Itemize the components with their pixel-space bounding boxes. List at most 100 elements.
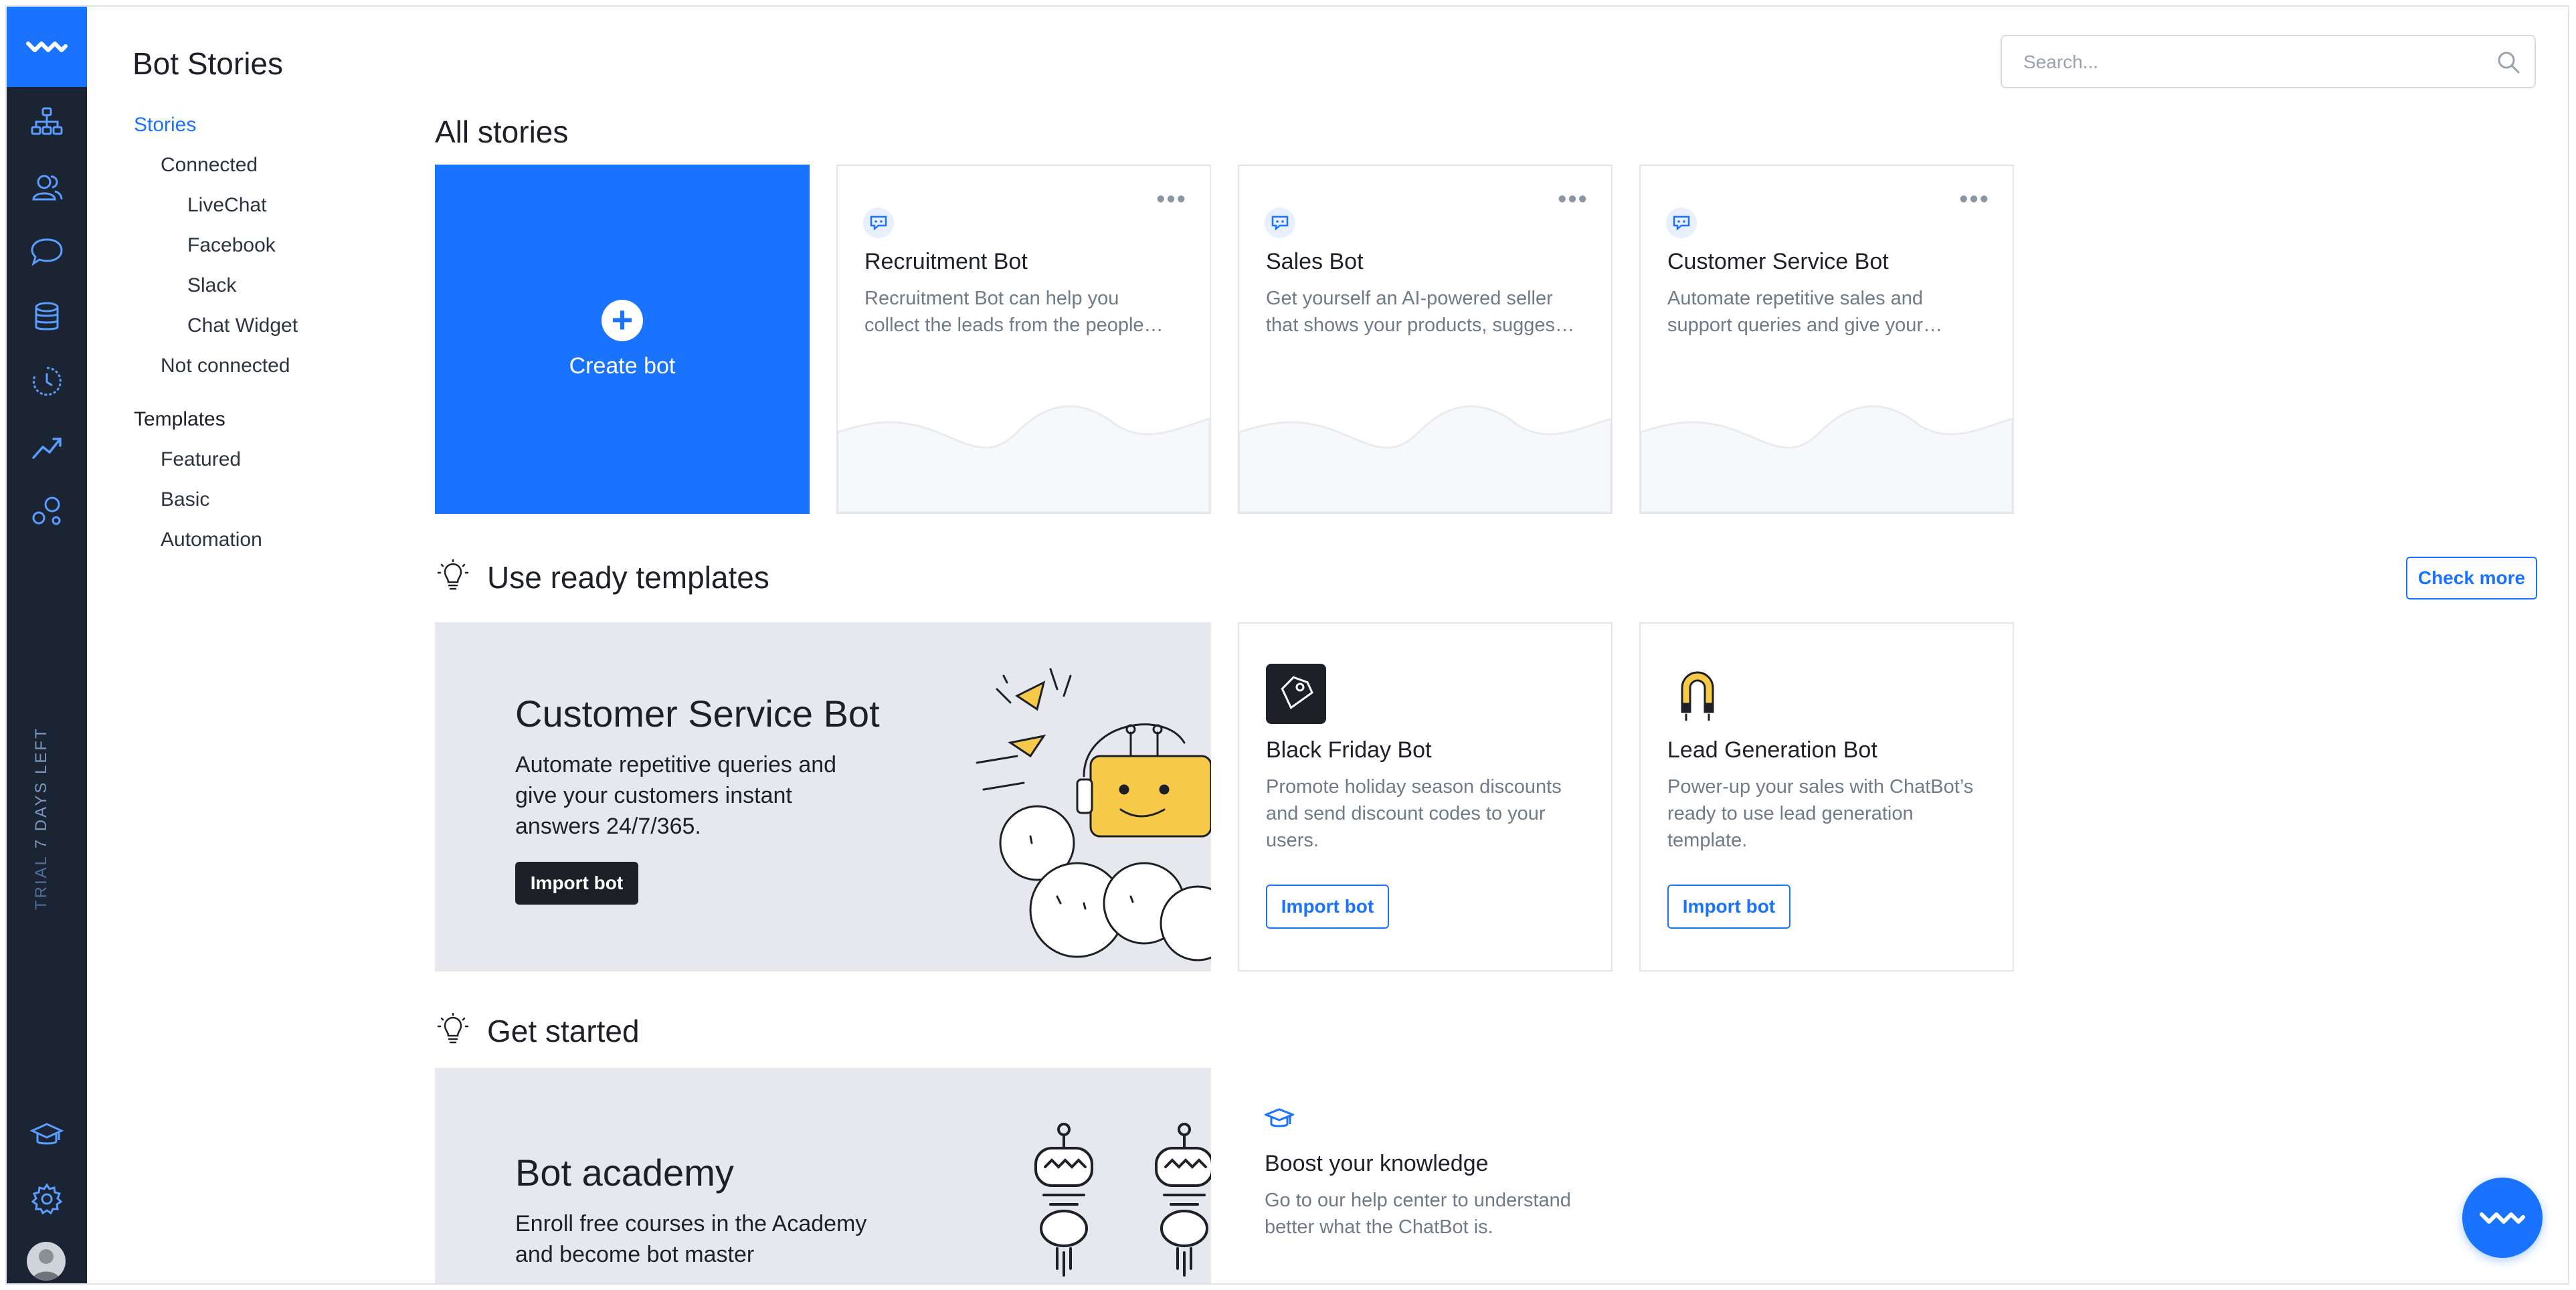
trial-days-left: TRIAL 7 DAYS LEFT: [32, 727, 51, 910]
app-window: TRIAL 7 DAYS LEFT Bot Stories Stories Co…: [5, 5, 2569, 1285]
story-description-line: support queries and give your…: [1667, 314, 1943, 336]
more-options-icon[interactable]: •••: [1558, 187, 1588, 212]
activity-wave-graphic: [838, 405, 1210, 513]
template-title: Black Friday Bot: [1266, 737, 1432, 763]
story-description-line: that shows your products, sugges…: [1266, 314, 1575, 336]
settings-gear-icon[interactable]: [27, 1179, 67, 1219]
knowledge-description-line: Go to our help center to understand: [1265, 1190, 1571, 1211]
nav-templates-basic[interactable]: Basic: [161, 488, 209, 511]
nav-stories[interactable]: Stories: [134, 114, 196, 136]
nav-connected-chat-widget[interactable]: Chat Widget: [187, 314, 298, 337]
analytics-trend-icon[interactable]: [27, 427, 67, 467]
check-more-button[interactable]: Check more: [2406, 557, 2537, 600]
lightbulb-icon: [437, 1013, 469, 1044]
template-description: Promote holiday season discounts and sen…: [1266, 773, 1600, 854]
template-description: Power-up your sales with ChatBot’s ready…: [1667, 773, 2002, 854]
story-title: Sales Bot: [1266, 249, 1364, 274]
nav-templates-featured[interactable]: Featured: [161, 448, 241, 471]
import-lead-generation-bot-button[interactable]: Import bot: [1667, 885, 1790, 929]
story-description: Get yourself an AI-powered seller that sh…: [1266, 285, 1587, 339]
story-description-line: collect the leads from the people…: [864, 314, 1164, 336]
get-started-heading: Get started: [487, 1014, 640, 1048]
user-avatar[interactable]: [27, 1242, 66, 1281]
nav-connected-facebook[interactable]: Facebook: [187, 234, 276, 257]
bot-academy-description-line: Enroll free courses in the Academy: [515, 1211, 867, 1236]
nav-templates[interactable]: Templates: [134, 408, 225, 431]
wave-chat-icon: [2480, 1212, 2525, 1224]
trial-word: TRIAL: [32, 854, 50, 910]
graduation-cap-icon: [1265, 1108, 1294, 1127]
template-description-line: ready to use lead generation: [1667, 803, 1914, 824]
plus-icon: +: [602, 299, 643, 341]
template-description-line: and send discount codes to your: [1266, 803, 1546, 824]
nav-connected[interactable]: Connected: [161, 154, 258, 177]
nav-not-connected[interactable]: Not connected: [161, 355, 290, 377]
magnet-icon: [1681, 671, 1714, 721]
bot-chat-icon: [863, 207, 894, 238]
bot-chat-icon: [1265, 207, 1295, 238]
story-description: Recruitment Bot can help you collect the …: [864, 285, 1186, 339]
create-bot-button[interactable]: + Create bot: [435, 165, 810, 514]
activity-wave-graphic: [1239, 405, 1611, 513]
nav-connected-slack[interactable]: Slack: [187, 274, 236, 297]
featured-template-description-line: give your customers instant: [515, 783, 792, 808]
more-options-icon[interactable]: •••: [1959, 187, 1990, 212]
bot-academy-description: Enroll free courses in the Academy and b…: [515, 1208, 867, 1270]
price-tag-icon: [1266, 664, 1326, 724]
import-featured-bot-button[interactable]: Import bot: [515, 862, 638, 905]
integrations-bubbles-icon[interactable]: [27, 491, 67, 531]
robots-illustration: [1034, 1123, 1211, 1277]
templates-heading: Use ready templates: [487, 560, 769, 595]
bot-academy-description-line: and become bot master: [515, 1242, 755, 1267]
chat-bubble-icon[interactable]: [27, 232, 67, 272]
nav-templates-automation[interactable]: Automation: [161, 529, 262, 551]
story-card-customer-service[interactable]: ••• Customer Service Bot Automate repeti…: [1639, 165, 2014, 514]
template-description-line: users.: [1266, 830, 1319, 851]
stories-sitemap-icon[interactable]: [27, 102, 67, 142]
create-bot-label: Create bot: [569, 353, 676, 379]
story-description-line: Automate repetitive sales and: [1667, 288, 1924, 309]
users-icon[interactable]: [27, 167, 67, 207]
story-description-line: Recruitment Bot can help you: [864, 288, 1119, 309]
template-card-lead-generation[interactable]: Lead Generation Bot Power-up your sales …: [1639, 622, 2014, 972]
academy-cap-icon[interactable]: [27, 1115, 67, 1155]
story-card-recruitment[interactable]: ••• Recruitment Bot Recruitment Bot can …: [836, 165, 1211, 514]
knowledge-title[interactable]: Boost your knowledge: [1265, 1151, 1489, 1177]
import-black-friday-bot-button[interactable]: Import bot: [1266, 885, 1389, 929]
story-card-sales[interactable]: ••• Sales Bot Get yourself an AI-powered…: [1238, 165, 1613, 514]
featured-template-banner[interactable]: Customer Service Bot Automate repetitive…: [435, 622, 1211, 972]
template-description-line: Promote holiday season discounts: [1266, 776, 1562, 798]
chat-widget-launcher[interactable]: [2462, 1178, 2543, 1258]
search-box: [2001, 35, 2536, 88]
search-input[interactable]: [2022, 48, 2480, 76]
all-stories-heading: All stories: [435, 114, 569, 149]
activity-wave-graphic: [1641, 405, 2013, 513]
featured-template-description: Automate repetitive queries and give you…: [515, 749, 863, 842]
icon-rail: TRIAL 7 DAYS LEFT: [7, 7, 87, 1283]
bot-academy-banner[interactable]: Bot academy Enroll free courses in the A…: [435, 1068, 1211, 1283]
wave-logo-icon: [26, 41, 68, 52]
history-clock-icon[interactable]: [27, 361, 67, 401]
template-description-line: Power-up your sales with ChatBot’s: [1667, 776, 1974, 798]
template-title: Lead Generation Bot: [1667, 737, 1877, 763]
knowledge-description-line: better what the ChatBot is.: [1265, 1216, 1493, 1238]
search-icon[interactable]: [2496, 50, 2521, 75]
story-title: Recruitment Bot: [864, 249, 1028, 274]
database-icon[interactable]: [27, 297, 67, 337]
more-options-icon[interactable]: •••: [1156, 187, 1187, 212]
robot-support-illustration: [976, 668, 1211, 961]
trial-days: 7 DAYS LEFT: [32, 727, 50, 849]
story-description-line: Get yourself an AI-powered seller: [1266, 288, 1553, 309]
knowledge-description: Go to our help center to understand bett…: [1265, 1187, 1571, 1240]
page-title: Bot Stories: [132, 46, 283, 81]
template-card-black-friday[interactable]: Black Friday Bot Promote holiday season …: [1238, 622, 1613, 972]
story-title: Customer Service Bot: [1667, 249, 1889, 274]
lightbulb-icon: [437, 559, 469, 590]
chatbot-logo[interactable]: [7, 7, 87, 87]
stories-subnav: Bot Stories Stories Connected LiveChat F…: [87, 7, 395, 1283]
template-description-line: template.: [1667, 830, 1748, 851]
featured-template-description-line: answers 24/7/365.: [515, 814, 701, 839]
nav-connected-livechat[interactable]: LiveChat: [187, 194, 266, 217]
featured-template-description-line: Automate repetitive queries and: [515, 752, 837, 777]
bot-academy-title: Bot academy: [515, 1151, 734, 1194]
